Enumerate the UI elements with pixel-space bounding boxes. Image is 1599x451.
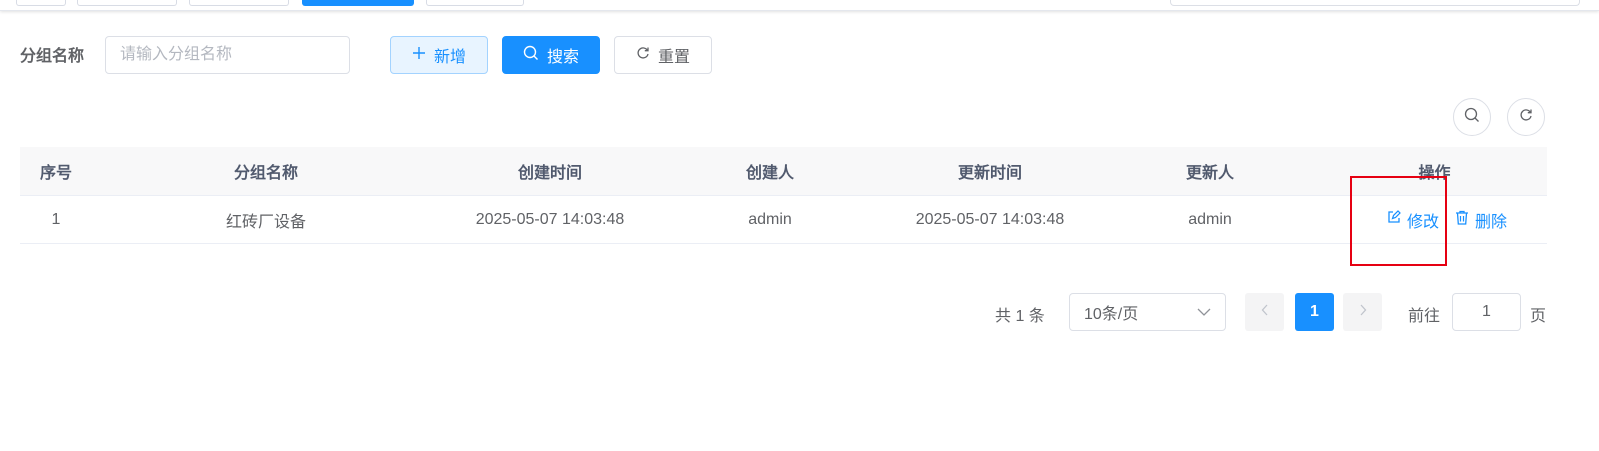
- toggle-search-button[interactable]: [1453, 98, 1491, 136]
- chevron-right-icon: [1359, 303, 1367, 321]
- edit-button[interactable]: 修改: [1387, 208, 1439, 232]
- chevron-down-icon: [1197, 303, 1211, 321]
- prev-page-button[interactable]: [1245, 293, 1284, 331]
- column-header-index: 序号: [39, 165, 72, 182]
- page-size-value: 10条/页: [1084, 306, 1139, 323]
- group-name-label: 分组名称: [20, 48, 85, 65]
- next-page-button[interactable]: [1343, 293, 1382, 331]
- cell-group-name: 红砖厂设备: [225, 213, 306, 231]
- tag-tab[interactable]: [189, 0, 289, 6]
- tags-view-bar: [0, 0, 1599, 11]
- cell-created-by: admin: [748, 210, 792, 228]
- cell-updated-by: admin: [1188, 210, 1232, 228]
- column-header-group-name: 分组名称: [233, 165, 298, 182]
- search-button-label: 搜索: [546, 49, 579, 66]
- chevron-left-icon: [1261, 303, 1269, 321]
- cell-created-at: 2025-05-07 14:03:48: [475, 210, 625, 228]
- edit-icon: [1387, 210, 1401, 229]
- column-header-created-at: 创建时间: [517, 165, 582, 182]
- search-icon: [523, 45, 539, 66]
- column-header-updated-by: 更新人: [1185, 165, 1234, 182]
- refresh-table-button[interactable]: [1507, 98, 1545, 136]
- goto-label: 前往: [1408, 308, 1441, 325]
- tag-tab[interactable]: [426, 0, 524, 6]
- delete-button-label: 删除: [1475, 213, 1508, 231]
- cell-actions: 修改 删除: [1352, 196, 1542, 243]
- column-header-created-by: 创建人: [745, 165, 794, 182]
- search-button[interactable]: 搜索: [502, 36, 600, 74]
- page-unit-label: 页: [1530, 308, 1547, 325]
- group-name-input[interactable]: [105, 36, 350, 74]
- reset-button[interactable]: 重置: [614, 36, 712, 74]
- tag-tab[interactable]: [77, 0, 177, 6]
- table-row: 1 红砖厂设备 2025-05-07 14:03:48 admin 2025-0…: [20, 196, 1547, 244]
- table-header: 序号 分组名称 创建时间 创建人 更新时间 更新人 操作: [20, 147, 1547, 196]
- goto-page-input[interactable]: [1452, 293, 1521, 331]
- search-icon: [1464, 107, 1480, 128]
- column-header-actions: 操作: [1418, 165, 1451, 182]
- edit-button-label: 修改: [1406, 213, 1439, 231]
- refresh-icon: [636, 46, 650, 65]
- add-button[interactable]: 新增: [390, 36, 488, 74]
- add-button-label: 新增: [433, 49, 466, 66]
- delete-button[interactable]: 删除: [1455, 208, 1507, 232]
- refresh-icon: [1519, 108, 1533, 127]
- plus-icon: [412, 46, 426, 65]
- page-number-button[interactable]: 1: [1295, 293, 1334, 331]
- group-table: 序号 分组名称 创建时间 创建人 更新时间 更新人 操作 1 红砖厂设备 202…: [20, 147, 1547, 244]
- tag-tab-active[interactable]: [302, 0, 414, 6]
- tag-tab[interactable]: [16, 0, 66, 6]
- trash-icon: [1455, 210, 1469, 230]
- reset-button-label: 重置: [657, 49, 690, 66]
- pagination-total: 共 1 条: [995, 308, 1045, 325]
- page-size-select[interactable]: 10条/页: [1069, 293, 1226, 331]
- cell-updated-at: 2025-05-07 14:03:48: [915, 210, 1065, 228]
- cell-index: 1: [51, 210, 61, 228]
- header-search[interactable]: [1170, 0, 1580, 6]
- column-header-updated-at: 更新时间: [957, 165, 1022, 182]
